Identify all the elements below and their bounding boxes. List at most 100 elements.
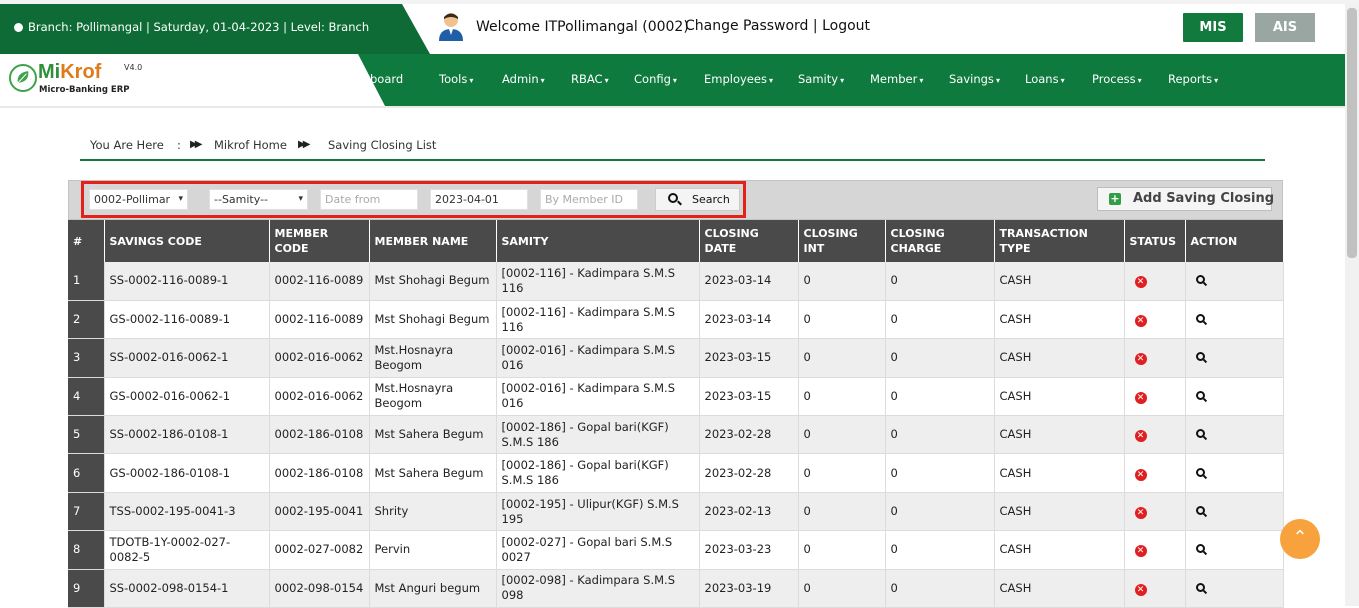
column-header: CLOSING CHARGE <box>885 220 995 262</box>
cell-name: Mst Anguri begum <box>369 569 497 608</box>
caret-down-icon: ▾ <box>768 76 773 85</box>
nav-item-tools[interactable]: Tools ▾ <box>439 72 473 86</box>
delete-icon[interactable]: ✕ <box>1134 507 1147 520</box>
cell-name: Mst Sahera Begum <box>369 453 497 493</box>
scroll-to-top-button[interactable]: ⌃ <box>1280 519 1320 559</box>
branch-info: Branch: Pollimangal | Saturday, 01-04-20… <box>28 20 370 34</box>
cell-int: 0 <box>798 569 886 608</box>
cell-status: ✕ <box>1124 453 1186 493</box>
cell-date: 2023-03-19 <box>699 569 799 608</box>
cell-samity: [0002-027] - Gopal bari S.M.S 0027 <box>496 530 700 570</box>
column-header: CLOSING INT <box>798 220 886 262</box>
nav-item-reports[interactable]: Reports ▾ <box>1168 72 1218 86</box>
breadcrumb-home[interactable]: Mikrof Home <box>214 138 287 152</box>
cell-name: Mst.Hosnayra Beogom <box>369 377 497 417</box>
logo-name-a: Mi <box>38 61 61 83</box>
account-links: Change Password | Logout <box>685 18 870 34</box>
caret-down-icon: ▾ <box>672 76 677 85</box>
member-id-input[interactable]: By Member ID <box>540 189 638 210</box>
cell-member-code: 0002-195-0041 <box>269 492 370 532</box>
branch-info-bar: Branch: Pollimangal | Saturday, 01-04-20… <box>0 4 430 54</box>
cell-code: SS-0002-116-0089-1 <box>104 262 270 301</box>
cell-charge: 0 <box>885 377 995 417</box>
cell-n: 9 <box>68 569 105 608</box>
cell-status: ✕ <box>1124 530 1186 570</box>
view-icon[interactable] <box>1195 544 1205 554</box>
nav-item-rbac[interactable]: RBAC ▾ <box>571 72 609 86</box>
cell-n: 3 <box>68 338 105 378</box>
table-row: 9 SS-0002-098-0154-1 0002-098-0154 Mst Angu… <box>68 569 1284 608</box>
delete-icon[interactable]: ✕ <box>1134 391 1147 404</box>
cell-code: SS-0002-186-0108-1 <box>104 415 270 455</box>
column-header: ACTION <box>1185 220 1284 262</box>
nav-item-dashboard[interactable]: board <box>370 72 403 86</box>
change-password-link[interactable]: Change Password <box>685 18 808 34</box>
samity-select[interactable]: --Samity-- ▾ <box>209 189 308 210</box>
chevron-down-icon: ▾ <box>178 194 183 204</box>
breadcrumb: You Are Here : ▶▶ Mikrof Home ▶▶ Saving … <box>80 130 1265 161</box>
cell-int: 0 <box>798 377 886 417</box>
cell-member-code: 0002-098-0154 <box>269 569 370 608</box>
column-header: TRANSACTION TYPE <box>994 220 1125 262</box>
nav-item-member[interactable]: Member ▾ <box>870 72 923 86</box>
cell-charge: 0 <box>885 415 995 455</box>
double-chevron-right-icon: ▶▶ <box>298 139 311 150</box>
table-row: 7 TSS-0002-195-0041-3 0002-195-0041 Shrity[… <box>68 492 1284 532</box>
logo-name[interactable]: MiKrof <box>38 61 101 84</box>
logout-link[interactable]: Logout <box>822 18 870 34</box>
cell-type: CASH <box>994 262 1125 301</box>
delete-icon[interactable]: ✕ <box>1134 430 1147 443</box>
table-row: 1 SS-0002-116-0089-1 0002-116-0089 Mst Shoh… <box>68 262 1284 301</box>
mis-button[interactable]: MIS <box>1183 13 1243 42</box>
delete-icon[interactable]: ✕ <box>1134 583 1147 596</box>
delete-icon[interactable]: ✕ <box>1134 468 1147 481</box>
ais-button[interactable]: AIS <box>1255 13 1315 42</box>
cell-date: 2023-03-14 <box>699 262 799 301</box>
cell-int: 0 <box>798 492 886 532</box>
cell-action <box>1185 377 1284 417</box>
view-icon[interactable] <box>1195 275 1205 285</box>
view-icon[interactable] <box>1195 582 1205 592</box>
cell-date: 2023-03-23 <box>699 530 799 570</box>
cell-charge: 0 <box>885 300 995 340</box>
nav-item-admin[interactable]: Admin ▾ <box>502 72 545 86</box>
view-icon[interactable] <box>1195 506 1205 516</box>
nav-item-samity[interactable]: Samity ▾ <box>798 72 844 86</box>
column-header: # <box>68 220 105 262</box>
date-from-input[interactable]: Date from <box>320 189 418 210</box>
nav-item-loans[interactable]: Loans ▾ <box>1025 72 1065 86</box>
scrollbar-thumb[interactable] <box>1347 8 1357 258</box>
caret-down-icon: ▾ <box>1137 76 1142 85</box>
branch-select[interactable]: 0002-Pollimar ▾ <box>89 189 188 210</box>
view-icon[interactable] <box>1195 390 1205 400</box>
nav-item-savings[interactable]: Savings ▾ <box>949 72 1000 86</box>
delete-icon[interactable]: ✕ <box>1134 353 1147 366</box>
cell-charge: 0 <box>885 453 995 493</box>
cell-member-code: 0002-186-0108 <box>269 415 370 455</box>
nav-item-employees[interactable]: Employees ▾ <box>704 72 773 86</box>
cell-name: Mst Shohagi Begum <box>369 262 497 301</box>
delete-icon[interactable]: ✕ <box>1134 315 1147 328</box>
table-header-row: # SAVINGS CODE MEMBER CODE MEMBER NAME S… <box>68 220 1284 262</box>
view-icon[interactable] <box>1195 467 1205 477</box>
cell-int: 0 <box>798 453 886 493</box>
search-button[interactable]: Search <box>655 188 740 211</box>
nav-item-process[interactable]: Process ▾ <box>1092 72 1142 86</box>
add-saving-closing-button[interactable]: + Add Saving Closing <box>1097 187 1274 211</box>
cell-name: Mst Sahera Begum <box>369 415 497 455</box>
cell-type: CASH <box>994 569 1125 608</box>
cell-charge: 0 <box>885 262 995 301</box>
table-row: 8 TDOTB-1Y-0002-027-0082-5 0002-027-0082 Pe… <box>68 530 1284 570</box>
caret-down-icon: ▾ <box>840 76 845 85</box>
view-icon[interactable] <box>1195 429 1205 439</box>
delete-icon[interactable]: ✕ <box>1134 276 1147 289</box>
view-icon[interactable] <box>1195 352 1205 362</box>
delete-icon[interactable]: ✕ <box>1134 545 1147 558</box>
plus-icon: + <box>1109 192 1121 205</box>
caret-down-icon: ▾ <box>1214 76 1219 85</box>
date-to-input[interactable]: 2023-04-01 <box>430 189 528 210</box>
cell-name: Mst Shohagi Begum <box>369 300 497 340</box>
globe-icon <box>14 23 23 32</box>
view-icon[interactable] <box>1195 314 1205 324</box>
nav-item-config[interactable]: Config ▾ <box>634 72 677 86</box>
